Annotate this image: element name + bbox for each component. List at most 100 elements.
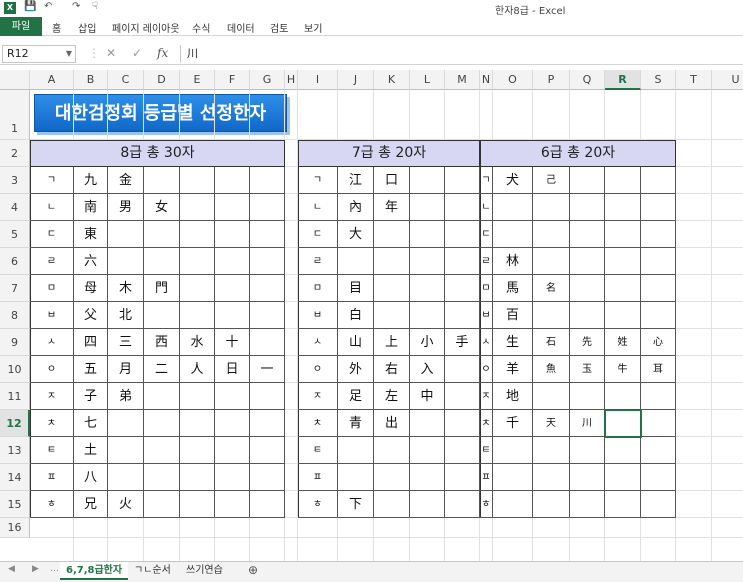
- hanja-cell[interactable]: 羊: [493, 356, 533, 383]
- hanja-cell[interactable]: [215, 437, 250, 464]
- touch-mode-icon[interactable]: ☟: [92, 1, 98, 12]
- hanja-cell[interactable]: [493, 491, 533, 518]
- hanja-cell[interactable]: 百: [493, 302, 533, 329]
- jamo-label[interactable]: ㄷ: [480, 221, 493, 248]
- hanja-cell[interactable]: [493, 221, 533, 248]
- hanja-cell[interactable]: [410, 464, 445, 491]
- jamo-label[interactable]: ㅌ: [480, 437, 493, 464]
- select-all-corner[interactable]: [0, 70, 30, 90]
- hanja-cell[interactable]: [250, 302, 285, 329]
- hanja-cell[interactable]: [215, 302, 250, 329]
- hanja-cell[interactable]: [108, 410, 144, 437]
- hanja-cell[interactable]: 東: [74, 221, 108, 248]
- column-header-r[interactable]: R: [605, 70, 641, 90]
- hanja-cell[interactable]: [410, 167, 445, 194]
- hanja-cell[interactable]: 入: [410, 356, 445, 383]
- hanja-cell[interactable]: [410, 491, 445, 518]
- row-header-4[interactable]: 4: [0, 194, 30, 221]
- hanja-cell[interactable]: [144, 410, 180, 437]
- jamo-label[interactable]: ㄷ: [298, 221, 338, 248]
- jamo-label[interactable]: ㅇ: [298, 356, 338, 383]
- jamo-label[interactable]: ㅇ: [30, 356, 74, 383]
- hanja-cell[interactable]: [338, 437, 374, 464]
- hanja-cell[interactable]: [250, 410, 285, 437]
- hanja-cell[interactable]: [180, 464, 215, 491]
- column-header-p[interactable]: P: [533, 70, 570, 90]
- hanja-cell[interactable]: [410, 275, 445, 302]
- hanja-cell[interactable]: [250, 248, 285, 275]
- sheet-tab-2[interactable]: ㄱㄴ순서: [128, 562, 177, 580]
- column-header-e[interactable]: E: [180, 70, 215, 90]
- jamo-label[interactable]: ㅁ: [298, 275, 338, 302]
- hanja-cell[interactable]: [144, 221, 180, 248]
- column-header-t[interactable]: T: [676, 70, 712, 90]
- jamo-label[interactable]: ㅊ: [298, 410, 338, 437]
- hanja-cell[interactable]: 水: [180, 329, 215, 356]
- jamo-label[interactable]: ㄱ: [30, 167, 74, 194]
- name-box[interactable]: R12 ▼: [2, 45, 76, 63]
- hanja-cell[interactable]: [180, 302, 215, 329]
- hanja-cell[interactable]: 男: [108, 194, 144, 221]
- hanja-cell[interactable]: [641, 464, 676, 491]
- hanja-cell[interactable]: [533, 437, 570, 464]
- column-header-b[interactable]: B: [74, 70, 108, 90]
- hanja-cell[interactable]: 犬: [493, 167, 533, 194]
- hanja-cell[interactable]: [180, 383, 215, 410]
- hanja-cell[interactable]: 馬: [493, 275, 533, 302]
- tab-page-layout[interactable]: 페이지 레이아웃: [112, 20, 180, 35]
- row-header-13[interactable]: 13: [0, 437, 30, 464]
- row-header-7[interactable]: 7: [0, 275, 30, 302]
- sheet-tab-3[interactable]: 쓰기연습: [180, 562, 229, 580]
- hanja-cell[interactable]: [445, 167, 480, 194]
- hanja-cell[interactable]: [570, 167, 605, 194]
- hanja-cell[interactable]: 木: [108, 275, 144, 302]
- jamo-label[interactable]: ㄴ: [480, 194, 493, 221]
- hanja-cell[interactable]: 中: [410, 383, 445, 410]
- hanja-cell[interactable]: [445, 410, 480, 437]
- hanja-cell[interactable]: 足: [338, 383, 374, 410]
- row-header-3[interactable]: 3: [0, 167, 30, 194]
- hanja-cell[interactable]: [445, 302, 480, 329]
- hanja-cell[interactable]: [570, 302, 605, 329]
- undo-icon[interactable]: ↶: [44, 1, 52, 12]
- hanja-cell[interactable]: 石: [533, 329, 570, 356]
- jamo-label[interactable]: ㅍ: [480, 464, 493, 491]
- hanja-cell[interactable]: 下: [338, 491, 374, 518]
- tab-data[interactable]: 데이터: [227, 20, 255, 35]
- hanja-cell[interactable]: [410, 410, 445, 437]
- jamo-label[interactable]: ㄱ: [480, 167, 493, 194]
- hanja-cell[interactable]: 林: [493, 248, 533, 275]
- hanja-cell[interactable]: 弟: [108, 383, 144, 410]
- more-sheets-icon[interactable]: …: [50, 564, 59, 574]
- hanja-cell[interactable]: [180, 167, 215, 194]
- hanja-cell[interactable]: [144, 491, 180, 518]
- hanja-cell[interactable]: 母: [74, 275, 108, 302]
- hanja-cell[interactable]: 南: [74, 194, 108, 221]
- hanja-cell[interactable]: [338, 464, 374, 491]
- jamo-label[interactable]: ㅈ: [30, 383, 74, 410]
- jamo-label[interactable]: ㅍ: [30, 464, 74, 491]
- hanja-cell[interactable]: [215, 410, 250, 437]
- hanja-cell[interactable]: 西: [144, 329, 180, 356]
- hanja-cell[interactable]: 金: [108, 167, 144, 194]
- hanja-cell[interactable]: 川: [570, 410, 605, 437]
- hanja-cell[interactable]: [215, 275, 250, 302]
- hanja-cell[interactable]: 年: [374, 194, 410, 221]
- hanja-cell[interactable]: [180, 221, 215, 248]
- jamo-label[interactable]: ㅂ: [480, 302, 493, 329]
- hanja-cell[interactable]: [144, 437, 180, 464]
- hanja-cell[interactable]: [250, 275, 285, 302]
- hanja-cell[interactable]: 女: [144, 194, 180, 221]
- hanja-cell[interactable]: 上: [374, 329, 410, 356]
- hanja-cell[interactable]: 四: [74, 329, 108, 356]
- hanja-cell[interactable]: [250, 329, 285, 356]
- hanja-cell[interactable]: [180, 275, 215, 302]
- hanja-cell[interactable]: [605, 167, 641, 194]
- hanja-cell[interactable]: [641, 221, 676, 248]
- hanja-cell[interactable]: [445, 356, 480, 383]
- jamo-label[interactable]: ㅂ: [298, 302, 338, 329]
- jamo-label[interactable]: ㄹ: [298, 248, 338, 275]
- row-header-2[interactable]: 2: [0, 140, 30, 167]
- hanja-cell[interactable]: [445, 437, 480, 464]
- jamo-label[interactable]: ㅇ: [480, 356, 493, 383]
